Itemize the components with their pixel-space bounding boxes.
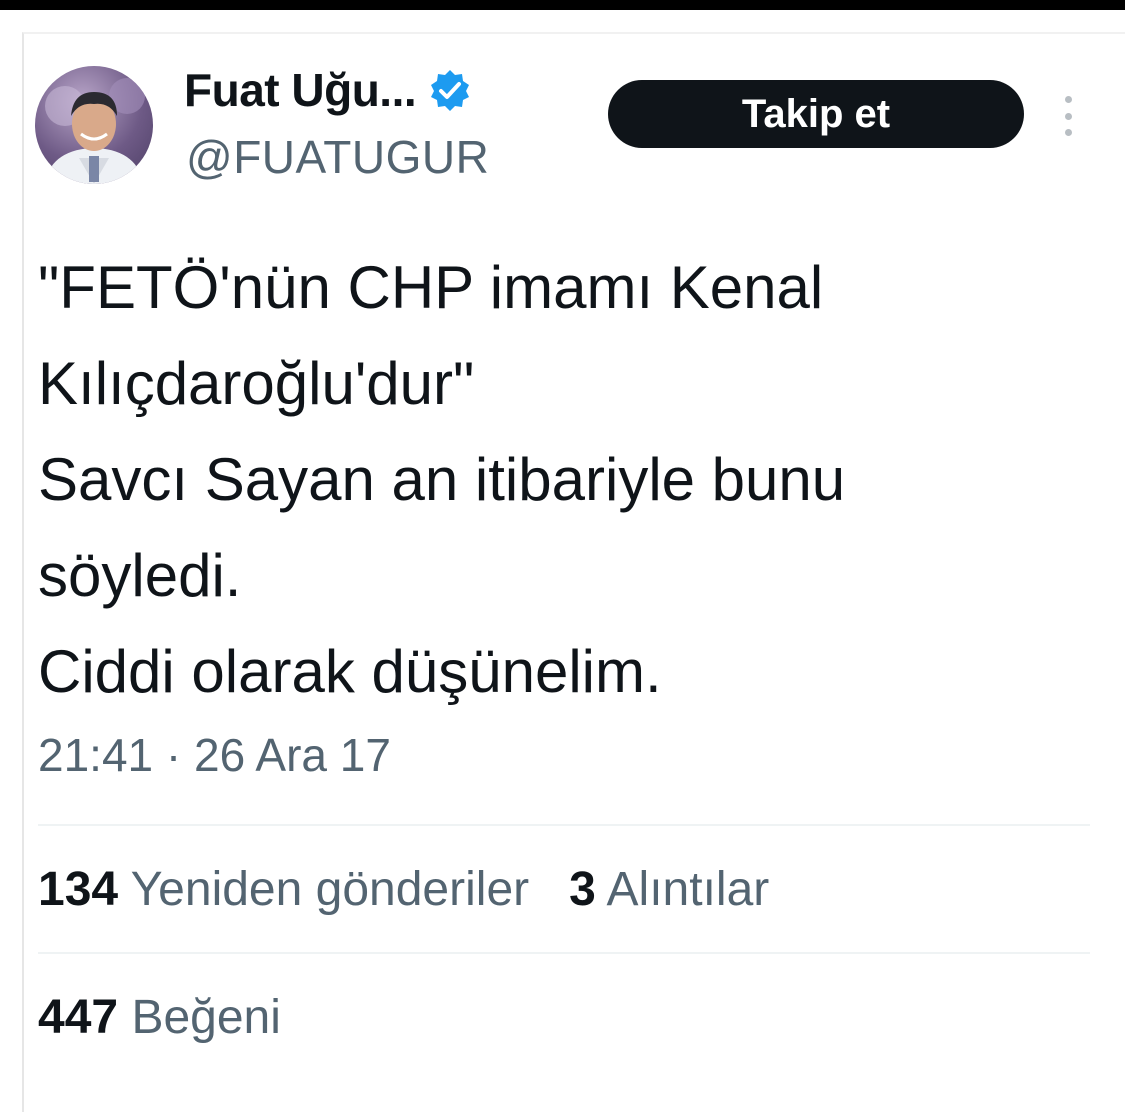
- avatar-portrait-icon: [45, 78, 145, 184]
- likes-link[interactable]: 447 Beğeni: [38, 990, 281, 1045]
- tweet-text-line: "FETÖ'nün CHP imamı Kenal: [38, 254, 824, 321]
- reposts-link[interactable]: 134 Yeniden gönderiler: [38, 863, 529, 916]
- reposts-count: 134: [38, 863, 119, 916]
- quotes-label: Alıntılar: [606, 863, 770, 916]
- reposts-label: Yeniden gönderiler: [130, 863, 530, 916]
- more-vertical-icon[interactable]: [1058, 96, 1078, 136]
- author-name-row[interactable]: Fuat Uğu...: [184, 62, 472, 118]
- author-handle[interactable]: @FUATUGUR: [186, 130, 489, 184]
- tweet-text-line: Kılıçdaroğlu'dur": [38, 350, 475, 417]
- divider: [38, 824, 1090, 826]
- likes-count: 447: [38, 991, 119, 1044]
- likes-label: Beğeni: [131, 991, 281, 1044]
- tweet-text-line: Savcı Sayan an itibariyle bunu: [38, 446, 846, 513]
- tweet-text-line: Ciddi olarak düşünelim.: [38, 638, 662, 705]
- quotes-link[interactable]: 3 Alıntılar: [569, 863, 769, 916]
- tweet-text-line: söyledi.: [38, 542, 242, 609]
- tweet-timestamp[interactable]: 21:41 · 26 Ara 17: [38, 728, 391, 782]
- avatar[interactable]: [35, 66, 153, 184]
- top-edge-bar: [0, 0, 1125, 10]
- quotes-count: 3: [569, 863, 596, 916]
- follow-button[interactable]: Takip et: [608, 80, 1024, 148]
- engagement-stats-row: 134 Yeniden gönderiler 3 Alıntılar: [38, 862, 769, 917]
- tweet-text: "FETÖ'nün CHP imamı Kenal Kılıçdaroğlu'd…: [38, 240, 1078, 720]
- author-display-name[interactable]: Fuat Uğu...: [184, 63, 417, 117]
- divider: [38, 952, 1090, 954]
- verified-badge-icon[interactable]: [428, 68, 472, 112]
